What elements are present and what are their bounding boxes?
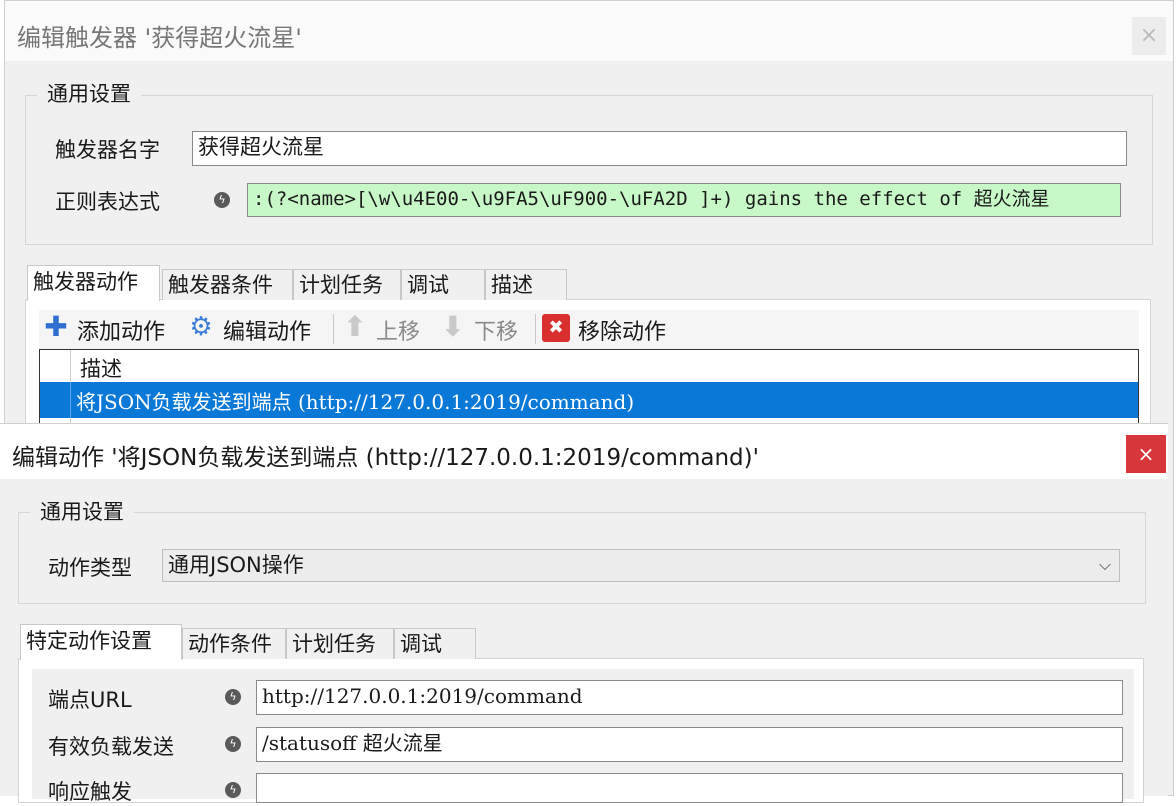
move-down-button[interactable]: 下移 (474, 314, 518, 346)
move-up-button[interactable]: 上移 (376, 314, 420, 346)
tab-debug[interactable]: 调试 (394, 628, 476, 659)
arrow-up-icon[interactable]: ⬆ (340, 312, 370, 344)
action-type-select[interactable]: 通用JSON操作 ⌵ (162, 549, 1120, 582)
payload-label: 有效负载发送 (48, 735, 174, 759)
edit-action-button[interactable]: 编辑动作 (223, 314, 311, 346)
trigger-name-label: 触发器名字 (55, 138, 160, 162)
regex-label: 正则表达式 (55, 190, 160, 214)
tab-debug[interactable]: 调试 (401, 269, 485, 300)
gear-icon[interactable]: ⚙ (187, 313, 215, 343)
action-type-value: 通用JSON操作 (168, 553, 304, 577)
trigger-window-close-button[interactable]: × (1132, 17, 1166, 55)
tab-action-conditions[interactable]: 动作条件 (182, 628, 286, 659)
remove-icon[interactable]: ✖ (542, 314, 570, 342)
list-item[interactable]: 将JSON负载发送到端点 (http://127.0.0.1:2019/comm… (40, 382, 1138, 418)
lightning-icon[interactable]: ϟ (225, 736, 241, 752)
tab-scheduled-tasks[interactable]: 计划任务 (286, 628, 394, 659)
toolbar-separator (535, 314, 536, 344)
endpoint-url-input[interactable]: http://127.0.0.1:2019/command (256, 680, 1123, 715)
add-action-button[interactable]: 添加动作 (77, 314, 165, 346)
action-type-label: 动作类型 (48, 556, 132, 580)
action-window-titlebar: 编辑动作 '将JSON负载发送到端点 (http://127.0.0.1:201… (0, 424, 1168, 479)
action-general-group-title: 通用设置 (30, 496, 134, 526)
action-editor-window: 编辑动作 '将JSON负载发送到端点 (http://127.0.0.1:201… (0, 423, 1168, 804)
regex-input[interactable]: :(?<name>[\w\u4E00-\u9FA5\uF900-\uFA2D ]… (247, 183, 1121, 217)
trigger-general-group-title: 通用设置 (37, 78, 141, 108)
remove-action-button[interactable]: 移除动作 (578, 314, 666, 346)
endpoint-url-label: 端点URL (48, 688, 132, 712)
toolbar-separator (333, 314, 334, 344)
chevron-down-icon: ⌵ (1098, 555, 1111, 574)
trigger-name-input[interactable]: 获得超火流星 (192, 131, 1127, 166)
tab-trigger-conditions[interactable]: 触发器条件 (162, 269, 293, 300)
tab-specific-settings[interactable]: 特定动作设置 (20, 624, 182, 660)
tab-scheduled-tasks[interactable]: 计划任务 (293, 269, 401, 300)
trigger-window-titlebar: 编辑触发器 '获得超火流星' × (5, 1, 1173, 61)
arrow-down-icon[interactable]: ⬇ (438, 312, 468, 344)
trigger-window-title: 编辑触发器 '获得超火流星' (17, 24, 302, 52)
list-item-text: 将JSON负载发送到端点 (http://127.0.0.1:2019/comm… (76, 390, 635, 414)
trigger-general-group (25, 95, 1153, 245)
add-icon[interactable]: ✚ (43, 313, 69, 343)
row-divider (70, 382, 71, 418)
list-header-description[interactable]: 描述 (80, 353, 122, 383)
lightning-icon[interactable]: ϟ (225, 689, 241, 705)
action-window-title: 编辑动作 '将JSON负载发送到端点 (http://127.0.0.1:201… (12, 445, 759, 471)
response-trigger-label: 响应触发 (48, 780, 132, 804)
payload-input[interactable]: /statusoff 超火流星 (256, 727, 1123, 762)
actions-list: 描述 将JSON负载发送到端点 (http://127.0.0.1:2019/c… (39, 349, 1139, 427)
response-trigger-input[interactable] (256, 773, 1123, 803)
close-icon[interactable]: × (1126, 435, 1166, 473)
lightning-icon[interactable]: ϟ (214, 192, 230, 208)
tab-description[interactable]: 描述 (485, 269, 567, 300)
tab-trigger-actions[interactable]: 触发器动作 (27, 265, 160, 301)
